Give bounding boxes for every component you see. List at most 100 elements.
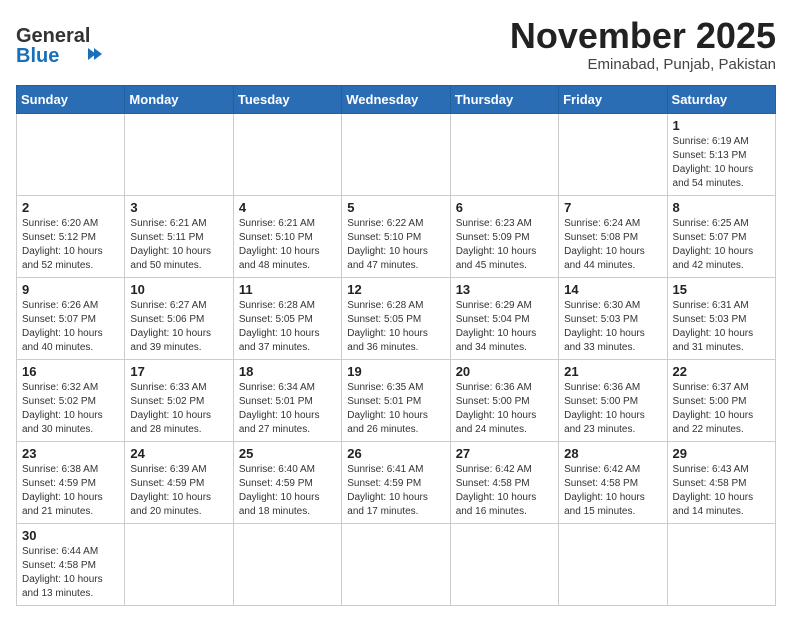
day-number: 5 [347,200,444,215]
day-number: 11 [239,282,336,297]
day-info: Sunrise: 6:34 AM Sunset: 5:01 PM Dayligh… [239,381,336,437]
day-number: 13 [456,282,553,297]
calendar-cell: 21Sunrise: 6:36 AM Sunset: 5:00 PM Dayli… [559,359,667,441]
day-info: Sunrise: 6:42 AM Sunset: 4:58 PM Dayligh… [564,463,661,519]
calendar-cell: 26 Sunrise: 6:41 AM Sunset: 4:59 PM Dayli… [342,441,450,523]
day-info: Sunrise: 6:42 AM Sunset: 4:58 PM Dayligh… [456,463,553,519]
calendar-cell: 2 Sunrise: 6:20 AM Sunset: 5:12 PM Daylig… [17,195,125,277]
day-info: Sunrise: 6:22 AM Sunset: 5:10 PM Dayligh… [347,217,444,273]
day-info: Sunrise: 6:40 AM Sunset: 4:59 PM Dayligh… [239,463,336,519]
day-info: Sunrise: 6:28 AM Sunset: 5:05 PM Dayligh… [347,299,444,355]
svg-text:Blue: Blue [16,45,59,67]
logo: General Blue [16,16,106,71]
logo-svg: General Blue [16,16,106,71]
calendar-cell [342,523,450,605]
day-info: Sunrise: 6:36 AM Sunset: 5:00 PM Dayligh… [456,381,553,437]
day-info: Sunrise: 6:21 AM Sunset: 5:11 PM Dayligh… [130,217,227,273]
calendar-cell [17,113,125,195]
calendar-cell: 30 Sunrise: 6:44 AM Sunset: 4:58 PM Dayli… [17,523,125,605]
day-info: Sunrise: 6:41 AM Sunset: 4:59 PM Dayligh… [347,463,444,519]
weekday-header-tuesday: Tuesday [233,85,341,113]
calendar-cell [559,113,667,195]
calendar-cell [233,523,341,605]
weekday-header-wednesday: Wednesday [342,85,450,113]
calendar-cell: 16 Sunrise: 6:32 AM Sunset: 5:02 PM Dayli… [17,359,125,441]
calendar-cell [667,523,775,605]
weekday-header-thursday: Thursday [450,85,558,113]
day-info: Sunrise: 6:33 AM Sunset: 5:02 PM Dayligh… [130,381,227,437]
weekday-header-sunday: Sunday [17,85,125,113]
day-number: 18 [239,364,336,379]
calendar-cell: 25 Sunrise: 6:40 AM Sunset: 4:59 PM Dayli… [233,441,341,523]
day-info: Sunrise: 6:38 AM Sunset: 4:59 PM Dayligh… [22,463,119,519]
day-info: Sunrise: 6:43 AM Sunset: 4:58 PM Dayligh… [673,463,770,519]
day-info: Sunrise: 6:39 AM Sunset: 4:59 PM Dayligh… [130,463,227,519]
weekday-header-friday: Friday [559,85,667,113]
day-number: 2 [22,200,119,215]
calendar-cell: 3 Sunrise: 6:21 AM Sunset: 5:11 PM Daylig… [125,195,233,277]
week-row-4: 16 Sunrise: 6:32 AM Sunset: 5:02 PM Dayli… [17,359,776,441]
day-number: 28 [564,446,661,461]
day-info: Sunrise: 6:28 AM Sunset: 5:05 PM Dayligh… [239,299,336,355]
calendar-cell [125,523,233,605]
day-number: 3 [130,200,227,215]
day-number: 19 [347,364,444,379]
location: Eminabad, Punjab, Pakistan [510,56,776,73]
day-number: 6 [456,200,553,215]
day-number: 8 [673,200,770,215]
day-info: Sunrise: 6:26 AM Sunset: 5:07 PM Dayligh… [22,299,119,355]
week-row-5: 23 Sunrise: 6:38 AM Sunset: 4:59 PM Dayli… [17,441,776,523]
week-row-1: 1 Sunrise: 6:19 AM Sunset: 5:13 PM Daylig… [17,113,776,195]
day-number: 7 [564,200,661,215]
calendar-cell [559,523,667,605]
day-number: 9 [22,282,119,297]
calendar-cell: 7 Sunrise: 6:24 AM Sunset: 5:08 PM Daylig… [559,195,667,277]
calendar-cell: 19 Sunrise: 6:35 AM Sunset: 5:01 PM Dayli… [342,359,450,441]
day-number: 30 [22,528,119,543]
day-number: 21 [564,364,661,379]
calendar-cell: 20Sunrise: 6:36 AM Sunset: 5:00 PM Dayli… [450,359,558,441]
day-info: Sunrise: 6:31 AM Sunset: 5:03 PM Dayligh… [673,299,770,355]
calendar-cell: 23 Sunrise: 6:38 AM Sunset: 4:59 PM Dayli… [17,441,125,523]
svg-text:General: General [16,25,90,47]
day-number: 12 [347,282,444,297]
day-number: 26 [347,446,444,461]
day-info: Sunrise: 6:37 AM Sunset: 5:00 PM Dayligh… [673,381,770,437]
day-info: Sunrise: 6:24 AM Sunset: 5:08 PM Dayligh… [564,217,661,273]
day-number: 4 [239,200,336,215]
week-row-3: 9 Sunrise: 6:26 AM Sunset: 5:07 PM Daylig… [17,277,776,359]
calendar-cell: 9 Sunrise: 6:26 AM Sunset: 5:07 PM Daylig… [17,277,125,359]
day-info: Sunrise: 6:32 AM Sunset: 5:02 PM Dayligh… [22,381,119,437]
day-number: 16 [22,364,119,379]
week-row-2: 2 Sunrise: 6:20 AM Sunset: 5:12 PM Daylig… [17,195,776,277]
calendar-cell: 17Sunrise: 6:33 AM Sunset: 5:02 PM Dayli… [125,359,233,441]
weekday-header-monday: Monday [125,85,233,113]
day-info: Sunrise: 6:35 AM Sunset: 5:01 PM Dayligh… [347,381,444,437]
day-number: 25 [239,446,336,461]
calendar-table: SundayMondayTuesdayWednesdayThursdayFrid… [16,85,776,606]
month-title: November 2025 [510,16,776,56]
calendar-cell: 27 Sunrise: 6:42 AM Sunset: 4:58 PM Dayli… [450,441,558,523]
calendar-cell: 13Sunrise: 6:29 AM Sunset: 5:04 PM Dayli… [450,277,558,359]
day-info: Sunrise: 6:19 AM Sunset: 5:13 PM Dayligh… [673,135,770,191]
weekday-header-saturday: Saturday [667,85,775,113]
calendar-cell: 14Sunrise: 6:30 AM Sunset: 5:03 PM Dayli… [559,277,667,359]
weekday-header-row: SundayMondayTuesdayWednesdayThursdayFrid… [17,85,776,113]
calendar-cell: 10Sunrise: 6:27 AM Sunset: 5:06 PM Dayli… [125,277,233,359]
day-info: Sunrise: 6:27 AM Sunset: 5:06 PM Dayligh… [130,299,227,355]
day-info: Sunrise: 6:44 AM Sunset: 4:58 PM Dayligh… [22,545,119,601]
week-row-6: 30 Sunrise: 6:44 AM Sunset: 4:58 PM Dayli… [17,523,776,605]
day-info: Sunrise: 6:25 AM Sunset: 5:07 PM Dayligh… [673,217,770,273]
day-number: 14 [564,282,661,297]
day-info: Sunrise: 6:21 AM Sunset: 5:10 PM Dayligh… [239,217,336,273]
calendar-cell: 29 Sunrise: 6:43 AM Sunset: 4:58 PM Dayli… [667,441,775,523]
calendar-cell: 28 Sunrise: 6:42 AM Sunset: 4:58 PM Dayli… [559,441,667,523]
calendar-cell: 6Sunrise: 6:23 AM Sunset: 5:09 PM Daylig… [450,195,558,277]
day-number: 29 [673,446,770,461]
day-number: 1 [673,118,770,133]
calendar-cell [125,113,233,195]
day-info: Sunrise: 6:20 AM Sunset: 5:12 PM Dayligh… [22,217,119,273]
calendar-cell: 22Sunrise: 6:37 AM Sunset: 5:00 PM Dayli… [667,359,775,441]
day-number: 23 [22,446,119,461]
day-number: 27 [456,446,553,461]
